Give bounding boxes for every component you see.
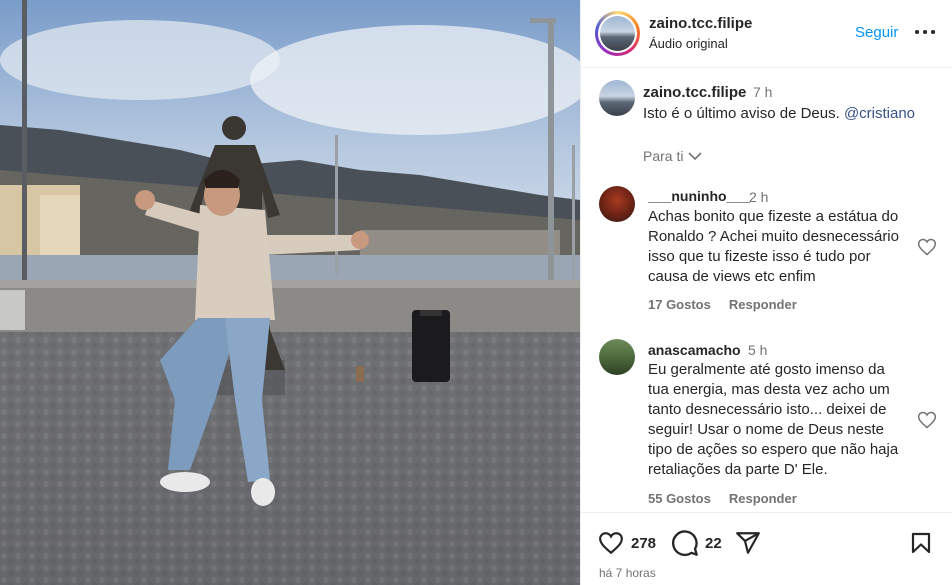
comment-username[interactable]: anascamacho [648,342,741,358]
comment-meta: 17 Gostos Responder [648,297,797,312]
commenter-avatar[interactable] [599,339,635,375]
post-timestamp: há 7 horas [599,566,656,580]
comment-button[interactable]: 22 [671,529,722,557]
comment-text: Achas bonito que fizeste a estátua do Ro… [648,208,899,285]
comment-sort-dropdown[interactable]: Para ti [643,148,703,164]
save-button[interactable] [909,529,933,557]
more-icon[interactable] [913,22,937,42]
like-count[interactable]: 278 [631,535,656,552]
comment-heart-icon[interactable] [917,237,937,257]
comment-count[interactable]: 22 [705,535,722,552]
caption-text: Isto é o último aviso de Deus. @cristian… [643,105,916,122]
share-icon[interactable] [734,530,762,556]
comment-heart-icon[interactable] [917,410,937,430]
comment-timestamp: 2 h [749,189,769,205]
speaker [412,310,450,382]
mention-link[interactable]: @cristiano [844,105,915,122]
reply-button[interactable]: Responder [729,491,797,506]
author-username[interactable]: zaino.tcc.filipe [649,15,752,32]
caption-username[interactable]: zaino.tcc.filipe [643,84,746,101]
comment-icon[interactable] [671,529,699,557]
author-avatar[interactable] [595,11,640,56]
post-actions-bar: 278 22 há 7 horas [581,512,952,585]
audio-label[interactable]: Áudio original [649,36,728,51]
post-details-panel: zaino.tcc.filipe Áudio original Seguir z… [580,0,952,585]
comment-meta: 55 Gostos Responder [648,491,797,506]
comment-username[interactable]: ___nuninho___ [648,188,750,204]
post-media[interactable] [0,0,580,585]
like-button[interactable]: 278 [597,529,656,557]
chevron-down-icon [688,152,703,161]
sort-label: Para ti [643,148,684,164]
comment-timestamp: 5 h [748,342,768,358]
comment-text: Eu geralmente até gosto imenso da tua en… [648,361,899,478]
post-header: zaino.tcc.filipe Áudio original Seguir [581,0,952,68]
heart-icon[interactable] [597,530,625,556]
video-frame [0,0,580,585]
bookmark-icon[interactable] [909,530,933,556]
caption-timestamp: 7 h [753,84,773,100]
reply-button[interactable]: Responder [729,297,797,312]
caption-avatar[interactable] [599,80,635,116]
commenter-avatar[interactable] [599,186,635,222]
follow-button[interactable]: Seguir [855,24,898,41]
share-button[interactable] [734,529,762,557]
comment-likes[interactable]: 55 Gostos [648,491,711,506]
comment-likes[interactable]: 17 Gostos [648,297,711,312]
